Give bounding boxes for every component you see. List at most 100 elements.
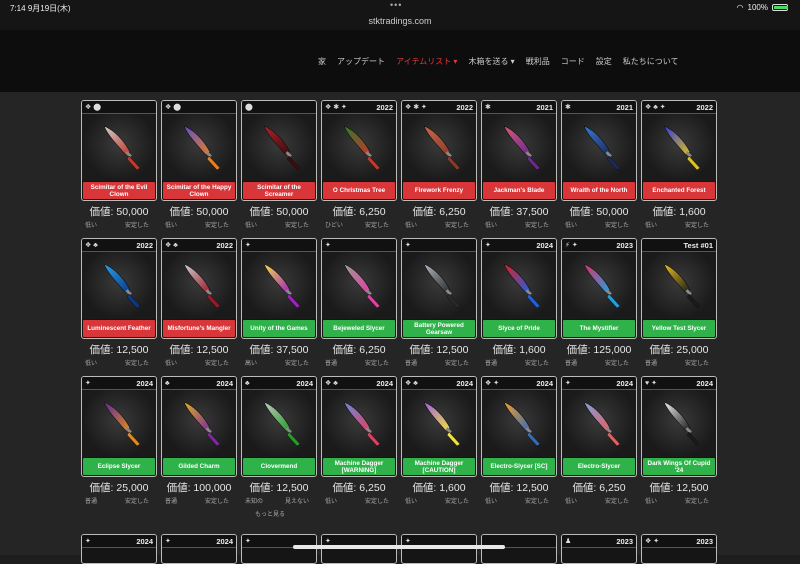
item-demand: 低い [165,223,178,229]
item-topbar: ✦ [402,239,476,252]
item-frame[interactable]: ♥ ✦ 2024 Dark Wings Of Cupid '24 [641,376,717,477]
item-name: O Christmas Tree [323,182,395,199]
item-demand: 低い [405,499,418,505]
item-badges: ✱ [485,104,491,111]
item-name: Machine Dagger [CAUTION] [403,458,475,475]
item-frame[interactable]: ❖ ✱ ✦ 2022 O Christmas Tree [321,100,397,201]
item-topbar: ❖ ♣ 2024 [402,377,476,390]
item-year: 2024 [216,378,233,388]
item-value: 価値: 6,250 [412,206,466,218]
item-frame[interactable]: ♣ 2024 Gilded Charm [161,376,237,477]
item-badges: ✦ [485,242,491,249]
knife-icon [103,125,141,171]
item-frame[interactable]: ♟ 2023 [561,534,637,564]
item-demand: 普通 [85,499,98,505]
item-frame[interactable]: ❖ ♣ 2022 Luminescent Feather [81,238,157,339]
item-frame[interactable]: ✱ 2021 Jackman's Blade [481,100,557,201]
item-frame[interactable]: ✦ 2024 [81,534,157,564]
item-frame[interactable]: ❖ ♣ ✦ 2022 Enchanted Forest [641,100,717,201]
item-demand: 低い [165,361,178,367]
item-frame[interactable]: ❖ ✦ 2024 Electro-Slycer [SC] [481,376,557,477]
item-stability: 安定した [604,361,629,367]
item-name: Scimitar of the Screamer [243,182,315,199]
item-meta: 低い 安定した [565,496,637,505]
nav-item-4[interactable]: 戦利品 [526,56,550,67]
item-name: Bejeweled Slycer [323,320,395,337]
more-link[interactable]: もっと見る [255,509,285,518]
item-value: 価値: 37,500 [249,344,309,356]
knife-icon [583,125,621,171]
item-frame[interactable]: ✱ 2021 Wraith of the North [561,100,637,201]
item-meta: 低い 安定した [165,220,237,229]
item-year: 2023 [616,240,633,250]
item-badges: ❖ ♣ [85,242,98,249]
item-demand: 低い [245,223,258,229]
item-name: Electro-Slycer [563,458,635,475]
item-frame[interactable]: ✦ [241,534,317,564]
item-image [642,114,716,181]
knife-icon [423,125,461,171]
item-frame[interactable]: ❖ ⬤ Scimitar of the Happy Clown [161,100,237,201]
item-image [642,390,716,457]
item-demand: ひどい [325,223,343,229]
nav-item-6[interactable]: 設定 [596,56,612,67]
item-frame[interactable]: ❖ ♣ 2022 Misfortune's Mangler [161,238,237,339]
knife-icon [663,125,701,171]
item-value: 価値: 50,000 [569,206,629,218]
item-frame[interactable]: ✦ Unity of the Games [241,238,317,339]
item-frame[interactable]: ✦ 2024 Eclipse Slycer [81,376,157,477]
item-image [402,114,476,181]
item-image [242,252,316,319]
item-frame[interactable]: ✦ 2024 [161,534,237,564]
item-name: Dark Wings Of Cupid '24 [643,458,715,475]
item-badges: ✦ [325,538,331,545]
item-frame[interactable]: ✦ 2024 Electro-Slycer [561,376,637,477]
knife-icon [103,263,141,309]
item-name: Firework Frenzy [403,182,475,199]
knife-icon [343,401,381,447]
nav-item-0[interactable]: 家 [318,56,326,67]
item-demand: 普通 [325,361,338,367]
item-frame[interactable]: ⚡ ✦ 2023 The Mystifier [561,238,637,339]
knife-icon [183,125,221,171]
nav-item-1[interactable]: アップデート [337,56,385,67]
item-frame[interactable]: ✦ 2024 Slyce of Pride [481,238,557,339]
home-indicator[interactable] [293,545,505,549]
item-frame[interactable]: ♣ 2024 Clovermend [241,376,317,477]
knife-icon [343,263,381,309]
item-image [482,390,556,457]
item-frame[interactable]: ✦ [321,534,397,564]
nav-item-5[interactable]: コード [561,56,585,67]
item-frame[interactable]: ✦ [401,534,477,564]
nav-item-7[interactable]: 私たちについて [623,56,679,67]
item-demand: 低い [85,361,98,367]
item-image [82,390,156,457]
url-bar[interactable]: stktradings.com [0,14,800,30]
item-frame[interactable]: ❖ ✱ ✦ 2022 Firework Frenzy [401,100,477,201]
item-stability: 見えない [284,499,309,505]
item-badges: ⬤ [245,104,253,111]
item-frame[interactable]: ❖ ♣ 2024 Machine Dagger [CAUTION] [401,376,477,477]
item-value: 価値: 12,500 [169,344,229,356]
item-frame[interactable]: ❖ ✦ 2023 [641,534,717,564]
item-frame[interactable]: ⬤ Scimitar of the Screamer [241,100,317,201]
item-frame[interactable]: Test #01 Yellow Test Slycer [641,238,717,339]
nav-item-3[interactable]: 木箱を送る ▾ [468,56,514,67]
item-frame[interactable]: ✦ Battery Powered Gearsaw [401,238,477,339]
nav-item-2[interactable]: アイテムリスト ▾ [396,56,457,67]
knife-icon [663,401,701,447]
item-meta: ひどい 安定した [325,220,397,229]
status-bar: 7:14 9月19日(木) ••• ◠ 100% [0,0,800,14]
item-frame[interactable] [481,534,557,564]
more-dots-icon[interactable]: ••• [390,0,402,10]
item-value: 価値: 37,500 [489,206,549,218]
item-badges: ❖ ♣ [325,380,338,387]
item-stability: 安定した [204,499,229,505]
item-frame[interactable]: ❖ ⬤ Scimitar of the Evil Clown [81,100,157,201]
item-frame[interactable]: ❖ ♣ 2024 Machine Dagger [WARNING] [321,376,397,477]
item-frame[interactable]: ✦ Bejeweled Slycer [321,238,397,339]
knife-icon [423,263,461,309]
item-badges: ♣ [165,379,170,387]
item-topbar: ❖ ♣ 2022 [162,239,236,252]
item-year: 2024 [376,378,393,388]
